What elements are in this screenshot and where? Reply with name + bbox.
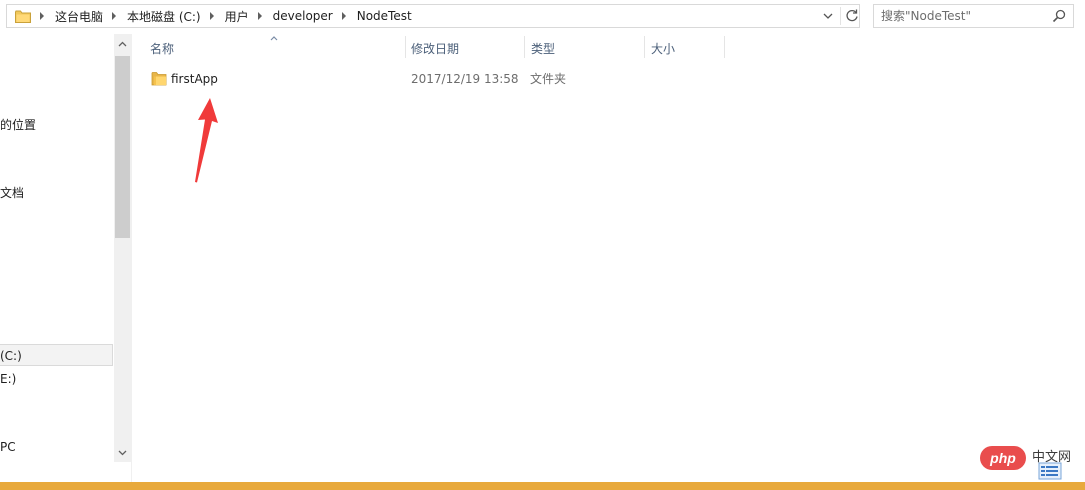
file-explorer-window: 这台电脑 本地磁盘 (C:) 用户 developer NodeTest 搜索"… xyxy=(0,0,1085,490)
column-headers: 名称 修改日期 类型 大小 xyxy=(133,34,1085,62)
column-divider[interactable] xyxy=(724,36,725,58)
nav-item-local-disk-c[interactable]: (C:) xyxy=(0,344,113,366)
scrollbar-thumb[interactable] xyxy=(115,56,130,238)
nav-item-label: PC xyxy=(0,440,16,454)
breadcrumb-bar[interactable]: 这台电脑 本地磁盘 (C:) 用户 developer NodeTest xyxy=(6,4,860,28)
details-view-icon[interactable] xyxy=(1038,462,1062,480)
breadcrumb-local-disk[interactable]: 本地磁盘 (C:) xyxy=(125,8,203,25)
search-input[interactable] xyxy=(874,5,1049,27)
bottom-accent-strip xyxy=(0,482,1085,490)
nav-item-documents[interactable]: 文档 xyxy=(0,182,24,204)
red-arrow-icon xyxy=(195,98,218,183)
breadcrumb-nodetest[interactable]: NodeTest xyxy=(355,9,414,23)
chevron-down-icon[interactable] xyxy=(819,9,837,23)
breadcrumb-this-pc[interactable]: 这台电脑 xyxy=(53,8,105,25)
chevron-right-icon[interactable] xyxy=(110,11,118,21)
chevron-down-icon[interactable] xyxy=(114,444,131,461)
nav-item-label: (C:) xyxy=(0,349,22,363)
search-icon[interactable] xyxy=(1052,9,1066,23)
column-header-name[interactable]: 名称 xyxy=(143,34,405,62)
watermark-logo: php 中文网 xyxy=(978,444,1082,482)
address-bar: 这台电脑 本地磁盘 (C:) 用户 developer NodeTest xyxy=(0,0,1085,34)
nav-item-label: 的位置 xyxy=(0,118,37,132)
address-divider xyxy=(840,7,841,25)
nav-item-drive-e[interactable]: E:) xyxy=(0,368,16,390)
breadcrumb: 这台电脑 本地磁盘 (C:) 用户 developer NodeTest xyxy=(33,5,414,27)
breadcrumb-developer[interactable]: developer xyxy=(271,9,335,23)
chevron-right-icon[interactable] xyxy=(340,11,348,21)
column-header-date[interactable]: 修改日期 xyxy=(404,34,524,62)
file-name[interactable]: firstApp xyxy=(171,68,218,90)
file-type: 文件夹 xyxy=(530,72,567,86)
chevron-right-icon[interactable] xyxy=(208,11,216,21)
file-list-pane: 名称 修改日期 类型 大小 firstApp 2017/12/19 13:58 … xyxy=(133,34,1085,482)
chevron-up-icon[interactable] xyxy=(114,36,131,53)
nav-scrollbar[interactable] xyxy=(114,34,131,462)
search-box[interactable] xyxy=(873,4,1074,28)
watermark-brand: php xyxy=(980,446,1026,470)
folder-icon xyxy=(15,10,31,23)
chevron-right-icon[interactable] xyxy=(256,11,264,21)
chevron-right-icon[interactable] xyxy=(38,11,46,21)
column-header-size[interactable]: 大小 xyxy=(644,34,724,62)
navigation-pane: 的位置 文档 (C:) E:) PC xyxy=(0,34,132,482)
file-modified-date: 2017/12/19 13:58 xyxy=(411,72,519,86)
refresh-icon[interactable] xyxy=(845,8,859,23)
file-row-firstapp[interactable]: firstApp 2017/12/19 13:58 文件夹 xyxy=(133,68,733,90)
folder-icon xyxy=(151,72,167,86)
nav-item-recent-places[interactable]: 的位置 xyxy=(0,114,36,136)
breadcrumb-users[interactable]: 用户 xyxy=(223,8,251,25)
nav-item-network-pc[interactable]: PC xyxy=(0,436,16,458)
column-header-type[interactable]: 类型 xyxy=(524,34,644,62)
nav-item-label: E:) xyxy=(0,372,17,386)
nav-item-label: 文档 xyxy=(0,186,25,200)
